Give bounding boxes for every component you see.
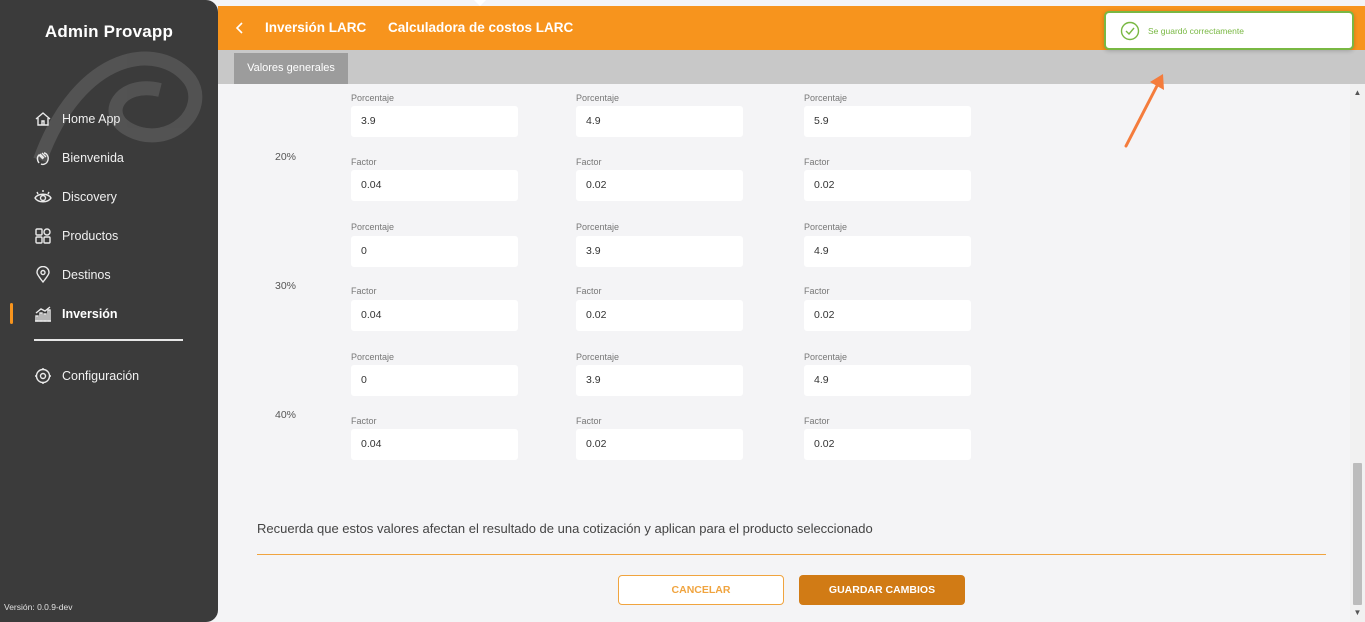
factor-input[interactable]: 0.02 bbox=[576, 170, 743, 201]
sidebar-nav: Home App Bienvenida Discovery Productos bbox=[0, 99, 218, 333]
porcentaje-input[interactable]: 3.9 bbox=[576, 365, 743, 396]
porcentaje-input[interactable]: 5.9 bbox=[804, 106, 971, 137]
factor-input[interactable]: 0.02 bbox=[804, 300, 971, 331]
tab-bar: Valores generales bbox=[218, 50, 1365, 84]
toast-message: Se guardó correctamente bbox=[1148, 25, 1244, 36]
sidebar-item-destinos[interactable]: Destinos bbox=[0, 255, 218, 294]
porcentaje-input[interactable]: 0 bbox=[351, 236, 518, 267]
porcentaje-input[interactable]: 0 bbox=[351, 365, 518, 396]
porcentaje-label: Porcentaje bbox=[804, 93, 848, 103]
group-label-40: 40% bbox=[275, 409, 297, 421]
sidebar-item-label: Home App bbox=[62, 111, 121, 126]
group-label-20: 20% bbox=[275, 151, 297, 163]
location-pin-icon bbox=[34, 265, 52, 284]
factor-input[interactable]: 0.02 bbox=[576, 300, 743, 331]
porcentaje-input[interactable]: 4.9 bbox=[576, 106, 743, 137]
factor-label: Factor bbox=[351, 157, 377, 167]
header-notch bbox=[474, 0, 486, 6]
sidebar-config-section: Configuración bbox=[0, 356, 218, 395]
brand-title: Admin Provapp bbox=[44, 22, 174, 41]
gear-icon bbox=[34, 367, 52, 385]
scroll-down-icon[interactable]: ▼ bbox=[1350, 608, 1365, 618]
factor-label: Factor bbox=[804, 157, 830, 167]
factor-input[interactable]: 0.02 bbox=[804, 429, 971, 460]
sidebar-item-discovery[interactable]: Discovery bbox=[0, 177, 218, 216]
factor-label: Factor bbox=[576, 416, 602, 426]
sidebar: Admin Provapp Home App Bienvenida Discov… bbox=[0, 0, 218, 622]
factor-label: Factor bbox=[576, 286, 602, 296]
porcentaje-label: Porcentaje bbox=[351, 222, 395, 232]
porcentaje-label: Porcentaje bbox=[576, 93, 620, 103]
porcentaje-input[interactable]: 4.9 bbox=[804, 365, 971, 396]
vertical-scrollbar[interactable]: ▲ ▼ bbox=[1350, 84, 1365, 622]
porcentaje-input[interactable]: 3.9 bbox=[351, 106, 518, 137]
sidebar-item-home-app[interactable]: Home App bbox=[0, 99, 218, 138]
sidebar-divider bbox=[34, 339, 183, 341]
breadcrumb-inversion-larc[interactable]: Inversión LARC bbox=[265, 20, 366, 35]
grid-icon bbox=[34, 227, 52, 245]
porcentaje-label: Porcentaje bbox=[576, 352, 620, 362]
factor-input[interactable]: 0.04 bbox=[351, 429, 518, 460]
sidebar-item-bienvenida[interactable]: Bienvenida bbox=[0, 138, 218, 177]
sidebar-item-productos[interactable]: Productos bbox=[0, 216, 218, 255]
main-content: 20% Porcentaje Porcentaje Porcentaje 3.9… bbox=[218, 84, 1350, 622]
check-circle-icon bbox=[1120, 21, 1140, 40]
sidebar-item-label: Discovery bbox=[62, 189, 117, 204]
tab-valores-generales[interactable]: Valores generales bbox=[234, 53, 348, 84]
porcentaje-label: Porcentaje bbox=[804, 352, 848, 362]
info-note: Recuerda que estos valores afectan el re… bbox=[257, 521, 873, 536]
sidebar-item-inversion[interactable]: Inversión bbox=[0, 294, 218, 333]
cancel-button[interactable]: CANCELAR bbox=[618, 575, 784, 605]
porcentaje-input[interactable]: 3.9 bbox=[576, 236, 743, 267]
porcentaje-label: Porcentaje bbox=[351, 93, 395, 103]
page-title: Calculadora de costos LARC bbox=[388, 20, 574, 35]
factor-input[interactable]: 0.02 bbox=[576, 429, 743, 460]
factor-input[interactable]: 0.04 bbox=[351, 300, 518, 331]
porcentaje-label: Porcentaje bbox=[804, 222, 848, 232]
eye-icon bbox=[34, 188, 52, 206]
save-changes-button[interactable]: GUARDAR CAMBIOS bbox=[799, 575, 965, 605]
sidebar-item-label: Bienvenida bbox=[62, 150, 124, 165]
app-root: Admin Provapp Home App Bienvenida Discov… bbox=[0, 0, 1365, 622]
home-icon bbox=[34, 110, 52, 128]
porcentaje-input[interactable]: 4.9 bbox=[804, 236, 971, 267]
factor-label: Factor bbox=[351, 416, 377, 426]
factor-input[interactable]: 0.04 bbox=[351, 170, 518, 201]
success-toast: Se guardó correctamente bbox=[1104, 11, 1354, 50]
sidebar-item-label: Productos bbox=[62, 228, 119, 243]
factor-label: Factor bbox=[351, 286, 377, 296]
scroll-up-icon[interactable]: ▲ bbox=[1350, 88, 1365, 98]
bar-chart-icon bbox=[34, 305, 52, 323]
sidebar-item-configuracion[interactable]: Configuración bbox=[0, 356, 218, 395]
scrollbar-thumb[interactable] bbox=[1353, 463, 1362, 605]
porcentaje-label: Porcentaje bbox=[351, 352, 395, 362]
factor-input[interactable]: 0.02 bbox=[804, 170, 971, 201]
factor-label: Factor bbox=[804, 416, 830, 426]
sidebar-item-label: Destinos bbox=[62, 267, 111, 282]
group-label-30: 30% bbox=[275, 280, 297, 292]
chevron-left-icon[interactable] bbox=[230, 18, 250, 38]
version-text: Versión: 0.0.9-dev bbox=[4, 602, 73, 612]
factor-label: Factor bbox=[576, 157, 602, 167]
sidebar-item-label: Inversión bbox=[62, 306, 118, 321]
divider-line bbox=[257, 554, 1326, 555]
sidebar-item-label: Configuración bbox=[62, 368, 140, 383]
factor-label: Factor bbox=[804, 286, 830, 296]
waving-hand-icon bbox=[34, 149, 52, 167]
porcentaje-label: Porcentaje bbox=[576, 222, 620, 232]
